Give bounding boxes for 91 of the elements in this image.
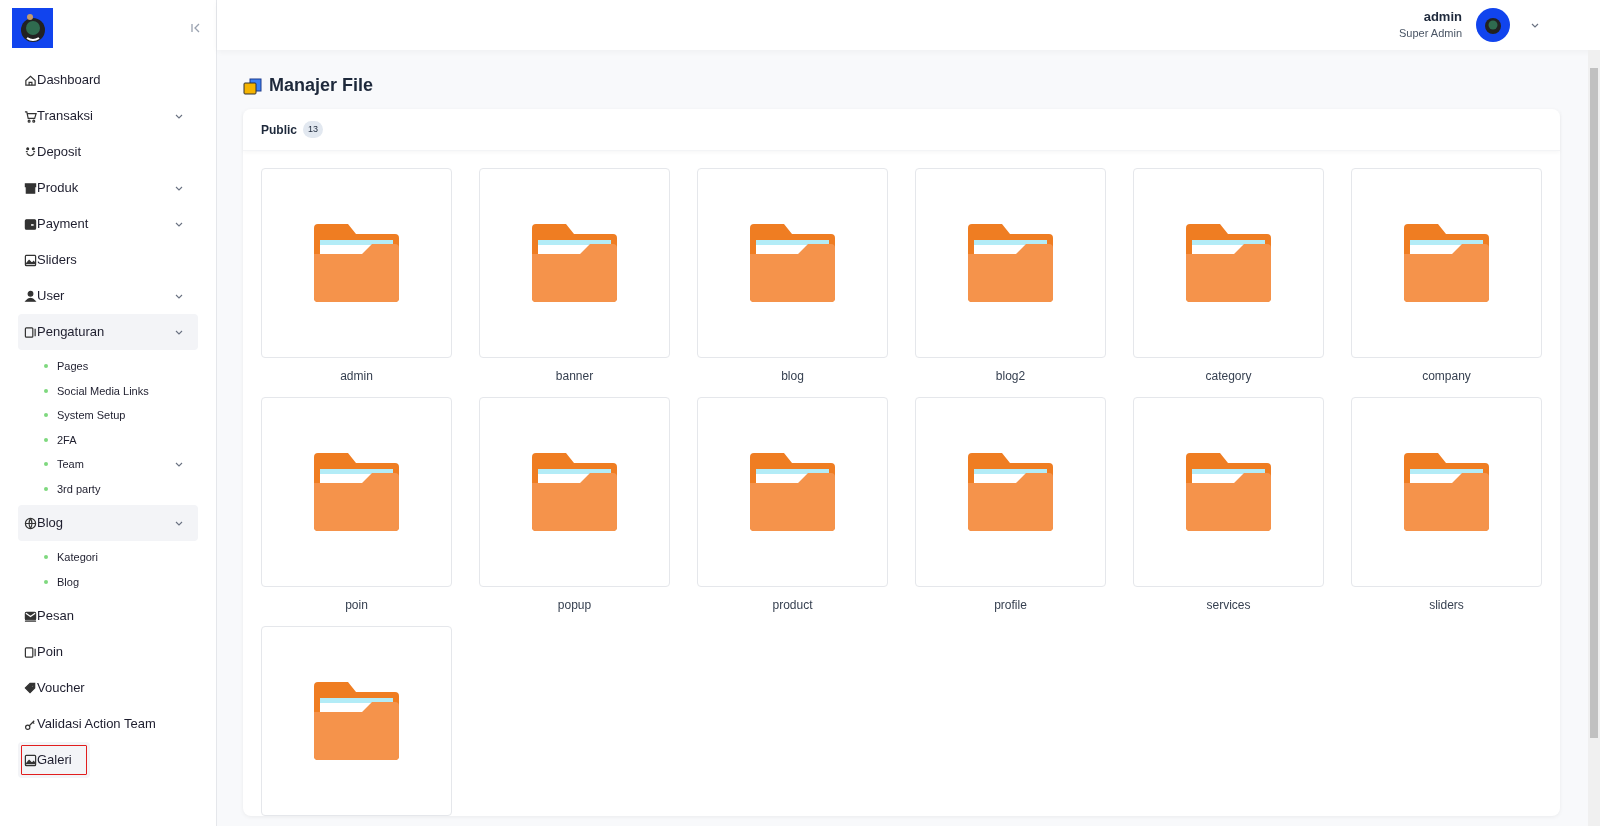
sidebar-item[interactable]: Dashboard [18,62,198,98]
logo [12,8,53,48]
folder-name: profile [994,597,1027,613]
sidebar-item[interactable]: Produk [18,170,198,206]
folder-card[interactable] [697,397,888,587]
bullet-icon [44,388,48,393]
user-name: admin [1423,9,1462,25]
sidebar-item[interactable]: Poin [18,634,198,670]
bullet-icon [44,486,48,491]
panel-icon [24,325,37,339]
folder-name: product [772,597,813,613]
globe-icon [24,516,37,530]
sidebar-item[interactable]: User [18,278,198,314]
bullet-icon [44,462,48,467]
folder-card[interactable] [1351,397,1542,587]
submenu-item[interactable]: 3rd party [18,476,198,501]
folder-icon [314,682,399,760]
user-avatar[interactable] [1476,8,1510,42]
scrollbar-thumb[interactable] [1590,68,1598,738]
folder-icon [1186,453,1271,531]
home-icon [24,73,37,87]
folder-card[interactable] [1351,168,1542,358]
submenu-item[interactable]: Blog [18,569,198,594]
folder-name: blog2 [995,368,1026,384]
folder-card[interactable] [261,626,452,816]
submenu-item[interactable]: System Setup [18,403,198,428]
submenu-item[interactable]: Social Media Links [18,378,198,403]
image-icon [24,753,37,767]
folder-icon [750,453,835,531]
cart-icon [24,109,37,123]
tag-icon [24,681,37,695]
folder-name: popup [557,597,592,613]
submenu-item[interactable]: Kategori [18,545,198,570]
folder-card[interactable] [479,397,670,587]
panel-icon [24,645,37,659]
folder-card[interactable] [261,397,452,587]
bullet-icon [44,364,48,369]
folder-icon [968,453,1053,531]
folder-card[interactable] [1133,168,1324,358]
folder-name: poin [345,597,368,613]
sidebar-item[interactable]: Galeri [18,742,90,778]
folder-card[interactable] [479,168,670,358]
folder-card[interactable] [915,168,1106,358]
sidebar-item[interactable]: Payment [18,206,198,242]
folder-icon [968,224,1053,302]
sidebar-item[interactable]: Blog [18,505,198,541]
folder-icon [1404,453,1489,531]
sidebar-item[interactable]: Validasi Action Team [18,706,198,742]
folder-icon [1186,224,1271,302]
folder-card[interactable] [1133,397,1324,587]
folder-name: blog [781,368,804,384]
user-icon [24,289,37,303]
folder-card[interactable] [697,168,888,358]
bullet-icon [44,579,48,584]
folder-icon [532,453,617,531]
submenu-item[interactable]: Team [18,452,198,477]
file-folders-icon [243,76,263,95]
folder-icon [532,224,617,302]
sidebar-item[interactable]: Pengaturan [18,314,198,350]
wallet-icon [24,217,37,231]
sidebar-item[interactable]: Transaksi [18,98,198,134]
folder-name: services [1206,597,1251,613]
folder-name: category [1205,368,1252,384]
sidebar-item[interactable]: Deposit [18,134,198,170]
folder-icon [314,224,399,302]
bullet-icon [44,555,48,560]
submenu-item[interactable]: Pages [18,354,198,379]
folder-name: banner [555,368,594,384]
submenu-item[interactable]: 2FA [18,427,198,452]
sidebar-item[interactable]: Voucher [18,670,198,706]
sidebar-item[interactable]: Sliders [18,242,198,278]
folder-card[interactable] [261,168,452,358]
tab[interactable]: Public 13 [261,109,324,150]
bullet-icon [44,437,48,442]
store-icon [24,181,37,195]
folder-card[interactable] [915,397,1106,587]
face-icon [24,145,37,159]
user-role: Super Admin [1399,26,1462,41]
folder-name: sliders [1429,597,1464,613]
sidebar-item[interactable]: Pesan [18,598,198,634]
mail-icon [24,609,37,623]
page-title: Manajer File [269,74,374,97]
image-icon [24,253,37,267]
folder-name: admin [340,368,373,384]
folder-name: company [1422,368,1471,384]
folder-icon [1404,224,1489,302]
folder-icon [314,453,399,531]
count-badge: 13 [303,120,324,139]
bullet-icon [44,413,48,418]
collapse-sidebar-button[interactable] [190,22,202,34]
folder-icon [750,224,835,302]
